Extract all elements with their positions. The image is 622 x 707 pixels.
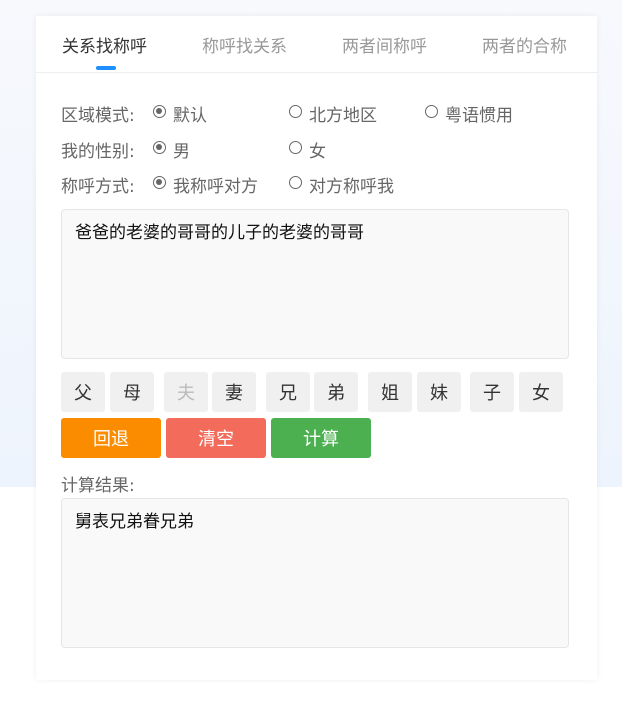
key-son[interactable]: 子 bbox=[470, 372, 514, 412]
key-wife[interactable]: 妻 bbox=[212, 372, 256, 412]
calculate-button[interactable]: 计算 bbox=[271, 418, 371, 458]
tab-relation-to-title[interactable]: 关系找称呼 bbox=[62, 32, 147, 57]
gender-label: 我的性别: bbox=[61, 142, 135, 162]
gender-row: 我的性别: 男 女 bbox=[61, 137, 561, 162]
relation-input[interactable]: 爸爸的老婆的哥哥的儿子的老婆的哥哥 bbox=[61, 209, 569, 359]
calculator-card: 关系找称呼 称呼找关系 两者间称呼 两者的合称 区域模式: 默认 北方地区 粤语… bbox=[36, 16, 597, 680]
radio-unchecked-icon bbox=[289, 141, 302, 154]
tab-combined-title[interactable]: 两者的合称 bbox=[482, 32, 567, 57]
key-mother[interactable]: 母 bbox=[110, 372, 154, 412]
tab-mutual-title[interactable]: 两者间称呼 bbox=[342, 32, 427, 57]
radio-unchecked-icon bbox=[289, 176, 302, 189]
address-mode-row: 称呼方式: 我称呼对方 对方称呼我 bbox=[61, 172, 561, 197]
key-younger-sister[interactable]: 妹 bbox=[417, 372, 461, 412]
key-husband: 夫 bbox=[164, 372, 208, 412]
address-mode-label: 称呼方式: bbox=[61, 177, 135, 197]
result-label: 计算结果: bbox=[61, 476, 135, 496]
active-tab-indicator bbox=[96, 66, 116, 70]
radio-checked-icon bbox=[153, 176, 166, 189]
region-mode-label: 区域模式: bbox=[61, 106, 135, 126]
radio-unchecked-icon bbox=[289, 105, 302, 118]
key-younger-brother[interactable]: 弟 bbox=[314, 372, 358, 412]
key-father[interactable]: 父 bbox=[61, 372, 105, 412]
back-button[interactable]: 回退 bbox=[61, 418, 161, 458]
key-daughter[interactable]: 女 bbox=[519, 372, 563, 412]
key-older-brother[interactable]: 兄 bbox=[266, 372, 310, 412]
region-mode-row: 区域模式: 默认 北方地区 粤语惯用 bbox=[61, 101, 561, 126]
radio-checked-icon bbox=[153, 105, 166, 118]
tab-title-to-relation[interactable]: 称呼找关系 bbox=[202, 32, 287, 57]
result-output[interactable]: 舅表兄弟眷兄弟 bbox=[61, 498, 569, 648]
clear-button[interactable]: 清空 bbox=[166, 418, 266, 458]
radio-checked-icon bbox=[153, 141, 166, 154]
tab-bar: 关系找称呼 称呼找关系 两者间称呼 两者的合称 bbox=[36, 16, 597, 73]
key-older-sister[interactable]: 姐 bbox=[368, 372, 412, 412]
radio-unchecked-icon bbox=[425, 105, 438, 118]
